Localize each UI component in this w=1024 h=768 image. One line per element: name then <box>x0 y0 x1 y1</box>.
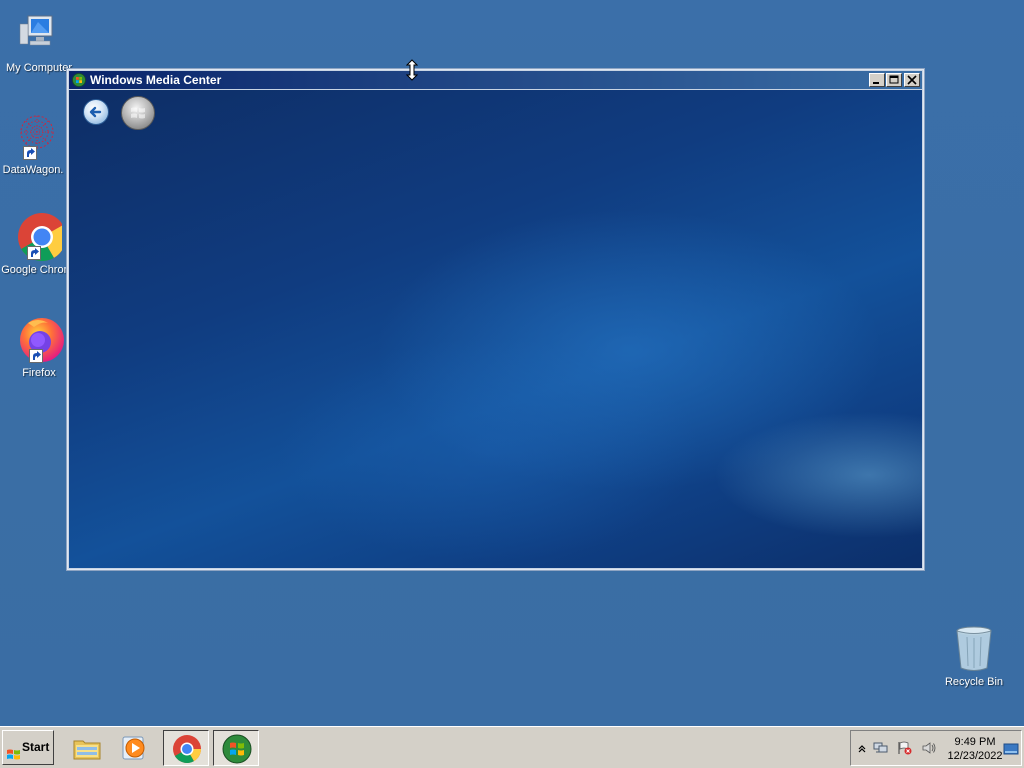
show-hidden-icons-button[interactable] <box>855 741 869 755</box>
shortcut-arrow-icon <box>27 246 41 260</box>
explorer-icon <box>72 733 102 763</box>
shortcut-arrow-icon <box>23 146 37 160</box>
network-icon[interactable] <box>873 741 888 755</box>
windows-logo-icon <box>131 107 145 119</box>
maximize-icon <box>889 75 899 84</box>
close-icon <box>907 75 917 85</box>
back-arrow-icon <box>89 106 102 118</box>
recycle-bin-icon <box>949 624 999 674</box>
shortcut-arrow-icon <box>29 349 43 363</box>
desktop-icon-label: Recycle Bin <box>944 676 1004 688</box>
back-button[interactable] <box>83 99 109 125</box>
media-center-start-button[interactable] <box>121 96 155 130</box>
taskbar-chrome-button[interactable] <box>163 730 209 766</box>
chrome-icon <box>172 734 202 764</box>
resize-cursor-icon <box>405 59 419 81</box>
media-center-icon <box>222 734 252 764</box>
close-button[interactable] <box>904 73 920 87</box>
system-tray: 9:49 PM 12/23/2022 <box>850 730 1022 766</box>
minimize-button[interactable] <box>869 73 885 87</box>
chevron-up-icon <box>858 745 866 753</box>
media-center-icon <box>72 73 86 87</box>
firefox-icon <box>14 315 64 365</box>
media-center-content[interactable] <box>69 90 922 568</box>
taskbar-media-center-button[interactable] <box>213 730 259 766</box>
desktop-icon-label: Google Chrom <box>1 264 73 276</box>
minimize-icon <box>873 82 879 84</box>
action-center-flag-icon[interactable] <box>897 741 912 755</box>
chrome-icon <box>12 212 67 262</box>
windows-flag-icon <box>6 741 21 760</box>
desktop-icon-label: DataWagon. <box>2 164 64 176</box>
clock-date: 12/23/2022 <box>947 750 1003 762</box>
desktop-icon-datawagon[interactable]: DataWagon. <box>0 112 72 177</box>
clock-time: 9:49 PM <box>954 736 996 748</box>
window-titlebar[interactable]: Windows Media Center <box>69 71 922 89</box>
media-center-window[interactable]: Windows Media Center <box>66 68 925 571</box>
monitor-icon <box>14 10 64 60</box>
start-label: Start <box>22 740 50 754</box>
window-title: Windows Media Center <box>90 73 222 87</box>
desktop-icon-google-chrome[interactable]: Google Chrom <box>0 212 76 277</box>
volume-icon[interactable] <box>921 741 936 755</box>
show-desktop-icon[interactable] <box>1003 742 1019 756</box>
datawagon-icon <box>8 112 58 162</box>
taskbar-media-player-button[interactable] <box>112 730 158 766</box>
taskbar: Start 9:49 PM 12/23/2022 <box>0 726 1024 768</box>
desktop-icon-my-computer[interactable]: My Computer <box>0 10 78 75</box>
media-player-icon <box>120 733 150 763</box>
maximize-button[interactable] <box>886 73 902 87</box>
taskbar-explorer-button[interactable] <box>64 730 110 766</box>
desktop-icon-recycle-bin[interactable]: Recycle Bin <box>935 624 1013 689</box>
start-button[interactable]: Start <box>2 730 54 765</box>
clock[interactable]: 9:49 PM 12/23/2022 <box>945 735 1005 763</box>
